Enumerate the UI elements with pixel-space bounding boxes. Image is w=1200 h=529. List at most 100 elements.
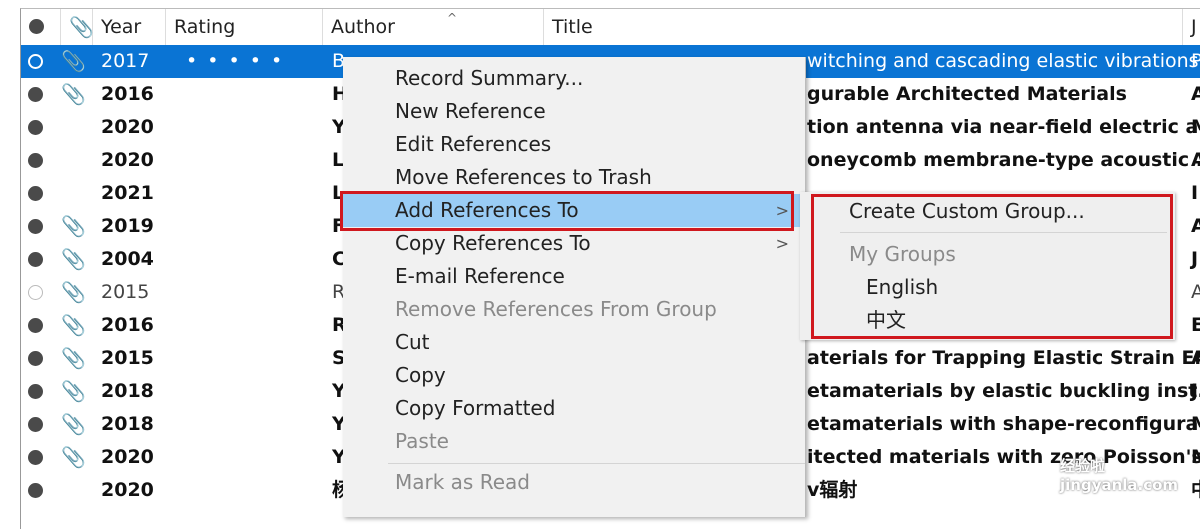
read-status-icon[interactable]	[28, 318, 43, 333]
paperclip-icon: 📎	[61, 214, 86, 238]
read-status-icon[interactable]	[28, 450, 43, 465]
column-title[interactable]: Title	[544, 9, 1183, 45]
menu-item-label: Add References To	[395, 198, 579, 222]
chevron-right-icon: >	[775, 201, 789, 220]
read-status-icon[interactable]	[28, 87, 43, 102]
column-header: 📎 Year Rating Author ^ Title J	[21, 9, 1200, 46]
read-status-icon[interactable]	[28, 54, 43, 69]
rating-cell[interactable]: • • • • •	[186, 45, 284, 78]
menu-item-label: New Reference	[395, 99, 546, 123]
title-cell: gurable Architected Materials	[807, 83, 1127, 105]
journal-cell: A	[1191, 149, 1200, 171]
year-cell: 2004	[101, 248, 154, 270]
chevron-up-icon: ^	[447, 11, 458, 25]
title-cell: etamaterials with shape-reconfigura...	[807, 413, 1200, 435]
menu-item-label: E-mail Reference	[395, 264, 565, 288]
paperclip-icon: 📎	[61, 445, 86, 469]
menu-item-add-references-to[interactable]: Add References To >	[343, 194, 805, 227]
year-cell: 2020	[101, 446, 154, 468]
menu-item-move-references-to-trash[interactable]: Move References to Trash	[343, 161, 805, 194]
menu-item-record-summary[interactable]: Record Summary...	[343, 62, 805, 95]
menu-item-label: Mark as Read	[395, 470, 530, 494]
title-cell: aterials for Trapping Elastic Strain En.…	[807, 347, 1200, 369]
read-status-icon[interactable]	[28, 219, 43, 234]
column-journal[interactable]: J	[1183, 9, 1200, 45]
menu-item-label: Paste	[395, 429, 449, 453]
year-cell: 2016	[101, 83, 154, 105]
read-status-icon[interactable]	[28, 351, 43, 366]
paperclip-icon: 📎	[61, 313, 86, 337]
year-cell: 2020	[101, 479, 154, 501]
year-cell: 2020	[101, 116, 154, 138]
journal-cell: J	[1191, 248, 1199, 270]
menu-separator	[388, 463, 805, 464]
paperclip-icon: 📎	[61, 379, 86, 403]
read-status-icon[interactable]	[28, 384, 43, 399]
year-cell: 2015	[101, 281, 150, 303]
title-cell: etamaterials by elastic buckling inst...	[807, 380, 1200, 402]
menu-item-label: Move References to Trash	[395, 165, 652, 189]
menu-item-remove-references-from-group: Remove References From Group	[343, 293, 805, 326]
journal-cell: A	[1191, 281, 1200, 303]
column-author[interactable]: Author	[323, 9, 544, 45]
read-status-icon[interactable]	[28, 252, 43, 267]
title-cell: oneycomb membrane-type acoustic ...	[807, 149, 1200, 171]
menu-item-new-reference[interactable]: New Reference	[343, 95, 805, 128]
watermark: 经验啦 jingyanla.com	[1060, 457, 1179, 494]
journal-cell: A	[1191, 347, 1200, 369]
menu-item-label: Record Summary...	[395, 66, 584, 90]
read-status-column-header[interactable]	[21, 9, 61, 45]
menu-item-label: Remove References From Group	[395, 297, 717, 321]
column-rating[interactable]: Rating	[166, 9, 323, 45]
group-item-english[interactable]: English	[866, 272, 938, 302]
menu-item-edit-references[interactable]: Edit References	[343, 128, 805, 161]
menu-item-cut[interactable]: Cut	[343, 326, 805, 359]
context-menu: Record Summary... New Reference Edit Refer…	[343, 57, 806, 517]
menu-item-copy-formatted[interactable]: Copy Formatted	[343, 392, 805, 425]
journal-cell: A	[1191, 215, 1200, 237]
create-custom-group-item[interactable]: Create Custom Group...	[849, 196, 1085, 226]
paperclip-icon: 📎	[61, 346, 86, 370]
menu-item-e-mail-reference[interactable]: E-mail Reference	[343, 260, 805, 293]
year-cell: 2018	[101, 380, 154, 402]
menu-item-paste: Paste	[343, 425, 805, 458]
menu-item-mark-as-read: Mark as Read	[343, 466, 805, 499]
menu-item-copy-references-to[interactable]: Copy References To >	[343, 227, 805, 260]
my-groups-heading: My Groups	[849, 242, 956, 266]
journal-cell: P	[1191, 50, 1200, 72]
menu-item-label: Cut	[395, 330, 430, 354]
column-year[interactable]: Year	[93, 9, 166, 45]
read-status-icon[interactable]	[28, 186, 43, 201]
journal-cell: A	[1191, 83, 1200, 105]
paperclip-icon[interactable]: 📎	[61, 9, 94, 45]
read-status-icon[interactable]	[28, 285, 43, 300]
menu-item-label: Copy Formatted	[395, 396, 556, 420]
year-cell: 2020	[101, 149, 154, 171]
menu-item-copy[interactable]: Copy	[343, 359, 805, 392]
group-item-chinese[interactable]: 中文	[866, 305, 906, 335]
journal-cell: M	[1191, 111, 1200, 144]
read-status-icon[interactable]	[28, 483, 43, 498]
submenu-separator	[840, 232, 1167, 233]
year-cell: 2019	[101, 215, 154, 237]
title-cell: witching and cascading elastic vibration…	[807, 50, 1199, 72]
menu-item-label: Edit References	[395, 132, 552, 156]
paperclip-icon: 📎	[61, 247, 86, 271]
title-cell: v辐射	[807, 479, 858, 501]
read-status-icon[interactable]	[28, 153, 43, 168]
paperclip-icon: 📎	[61, 49, 86, 73]
read-status-icon[interactable]	[28, 417, 43, 432]
journal-cell: E	[1191, 314, 1200, 336]
chevron-right-icon: >	[775, 234, 789, 253]
journal-cell: I	[1191, 182, 1199, 204]
journal-cell: M	[1191, 408, 1200, 441]
paperclip-icon: 📎	[61, 82, 86, 106]
menu-item-label: Copy References To	[395, 231, 591, 255]
year-cell: 2017	[101, 50, 150, 72]
year-cell: 2016	[101, 314, 154, 336]
menu-item-label: Copy	[395, 363, 446, 387]
year-cell: 2015	[101, 347, 154, 369]
read-status-icon[interactable]	[28, 120, 43, 135]
journal-cell: J	[1191, 380, 1199, 402]
paperclip-icon: 📎	[61, 412, 86, 436]
